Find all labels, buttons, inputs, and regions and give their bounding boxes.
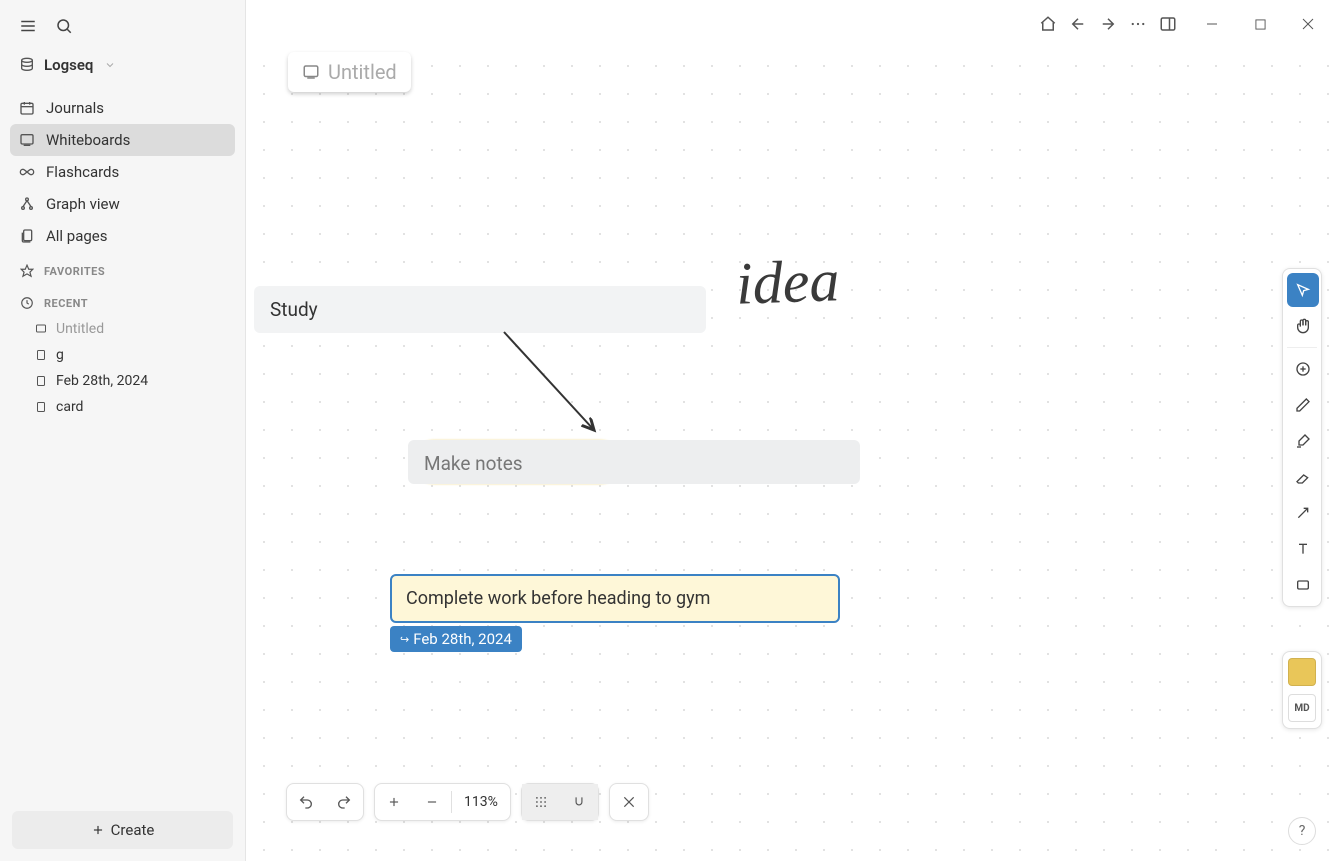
whiteboard-icon xyxy=(34,322,48,336)
page-icon xyxy=(34,374,48,388)
pan-tool[interactable] xyxy=(1287,309,1319,343)
star-icon xyxy=(18,262,36,280)
pencil-tool[interactable] xyxy=(1287,388,1319,422)
connector-tool[interactable] xyxy=(1287,496,1319,530)
md-toggle[interactable]: MD xyxy=(1288,694,1316,722)
back-icon[interactable] xyxy=(1066,12,1090,36)
nav-all-pages[interactable]: All pages xyxy=(10,220,235,252)
window-maximize[interactable] xyxy=(1240,8,1280,40)
nav-label: Whiteboards xyxy=(46,131,130,149)
recent-label: g xyxy=(56,347,64,363)
page-icon xyxy=(34,400,48,414)
clock-icon xyxy=(18,294,36,312)
nav-whiteboards[interactable]: Whiteboards xyxy=(10,124,235,156)
whiteboard-icon xyxy=(18,131,36,149)
recent-label: Feb 28th, 2024 xyxy=(56,373,148,389)
shuffle-button[interactable] xyxy=(610,784,648,820)
create-button[interactable]: Create xyxy=(12,811,233,849)
sidebar: Logseq Journals Whiteboards Flashcards G… xyxy=(0,0,246,861)
home-icon[interactable] xyxy=(1036,12,1060,36)
eraser-tool[interactable] xyxy=(1287,460,1319,494)
main-area: Untitled Study Make notes Complete work … xyxy=(246,0,1336,861)
pages-icon xyxy=(18,227,36,245)
chevron-down-icon xyxy=(101,56,119,74)
task-text: Complete work before heading to gym xyxy=(406,588,710,609)
notes-text: Make notes xyxy=(424,452,523,475)
nav-label: Journals xyxy=(46,99,104,117)
zoom-out-button[interactable] xyxy=(413,784,451,820)
create-label: Create xyxy=(111,821,155,839)
more-icon[interactable] xyxy=(1126,12,1150,36)
snap-toggle[interactable] xyxy=(560,784,598,820)
page-icon xyxy=(34,348,48,362)
study-card[interactable]: Study xyxy=(254,286,706,333)
recent-item-card[interactable]: card xyxy=(10,394,235,420)
right-toolbar xyxy=(1282,268,1322,607)
handwriting-idea[interactable]: idea xyxy=(735,246,841,319)
add-shape-tool[interactable] xyxy=(1287,352,1319,386)
highlighter-tool[interactable] xyxy=(1287,424,1319,458)
topbar xyxy=(246,0,1336,48)
recent-item-g[interactable]: g xyxy=(10,342,235,368)
infinity-icon xyxy=(18,163,36,181)
nav-label: Graph view xyxy=(46,195,120,213)
select-tool[interactable] xyxy=(1287,273,1319,307)
notes-card[interactable]: Make notes xyxy=(408,440,860,487)
undo-button[interactable] xyxy=(287,784,325,820)
grid-toggle[interactable] xyxy=(522,784,560,820)
whiteboard-icon xyxy=(302,63,320,81)
grid-snap-group xyxy=(521,783,599,821)
zoom-group: 113% xyxy=(374,783,511,821)
page-title: Untitled xyxy=(328,60,397,84)
bottom-toolbar: 113% xyxy=(286,783,649,821)
history-group xyxy=(286,783,364,821)
whiteboard-canvas[interactable]: Study Make notes Complete work before he… xyxy=(246,48,1336,861)
database-icon xyxy=(18,56,36,74)
nav-label: All pages xyxy=(46,227,108,245)
arrow-connector[interactable] xyxy=(494,326,614,446)
app-name: Logseq xyxy=(44,56,93,74)
recent-header[interactable]: RECENT xyxy=(10,284,235,316)
link-icon: ↪ xyxy=(400,633,409,646)
zoom-in-button[interactable] xyxy=(375,784,413,820)
sidebar-toggle-icon[interactable] xyxy=(1156,12,1180,36)
color-panel: MD xyxy=(1282,651,1322,729)
redo-button[interactable] xyxy=(325,784,363,820)
topbar-nav-group xyxy=(1036,12,1180,36)
nav-graph-view[interactable]: Graph view xyxy=(10,188,235,220)
forward-icon[interactable] xyxy=(1096,12,1120,36)
color-swatch[interactable] xyxy=(1288,658,1316,686)
text-tool[interactable] xyxy=(1287,532,1319,566)
window-minimize[interactable] xyxy=(1192,8,1232,40)
page-title-chip[interactable]: Untitled xyxy=(288,52,411,92)
nav-label: Flashcards xyxy=(46,163,119,181)
window-close[interactable] xyxy=(1288,8,1328,40)
sidebar-top xyxy=(10,8,235,48)
section-label: FAVORITES xyxy=(44,265,105,278)
task-note[interactable]: Complete work before heading to gym xyxy=(390,574,840,623)
graph-icon xyxy=(18,195,36,213)
date-tag[interactable]: ↪ Feb 28th, 2024 xyxy=(390,626,522,652)
favorites-header[interactable]: FAVORITES xyxy=(10,252,235,284)
study-text: Study xyxy=(270,298,318,321)
zoom-level[interactable]: 113% xyxy=(452,794,510,810)
date-text: Feb 28th, 2024 xyxy=(413,630,512,648)
plus-icon xyxy=(91,823,105,837)
nav-flashcards[interactable]: Flashcards xyxy=(10,156,235,188)
recent-item-feb28[interactable]: Feb 28th, 2024 xyxy=(10,368,235,394)
rectangle-tool[interactable] xyxy=(1287,568,1319,602)
graph-switcher[interactable]: Logseq xyxy=(10,48,235,82)
calendar-icon xyxy=(18,99,36,117)
section-label: RECENT xyxy=(44,297,88,310)
recent-item-untitled[interactable]: Untitled xyxy=(10,316,235,342)
recent-label: card xyxy=(56,399,83,415)
tool-separator xyxy=(1287,347,1317,348)
help-button[interactable]: ? xyxy=(1288,817,1316,845)
menu-icon[interactable] xyxy=(16,14,40,38)
misc-group xyxy=(609,783,649,821)
search-icon[interactable] xyxy=(52,14,76,38)
nav-journals[interactable]: Journals xyxy=(10,92,235,124)
recent-label: Untitled xyxy=(56,321,104,337)
